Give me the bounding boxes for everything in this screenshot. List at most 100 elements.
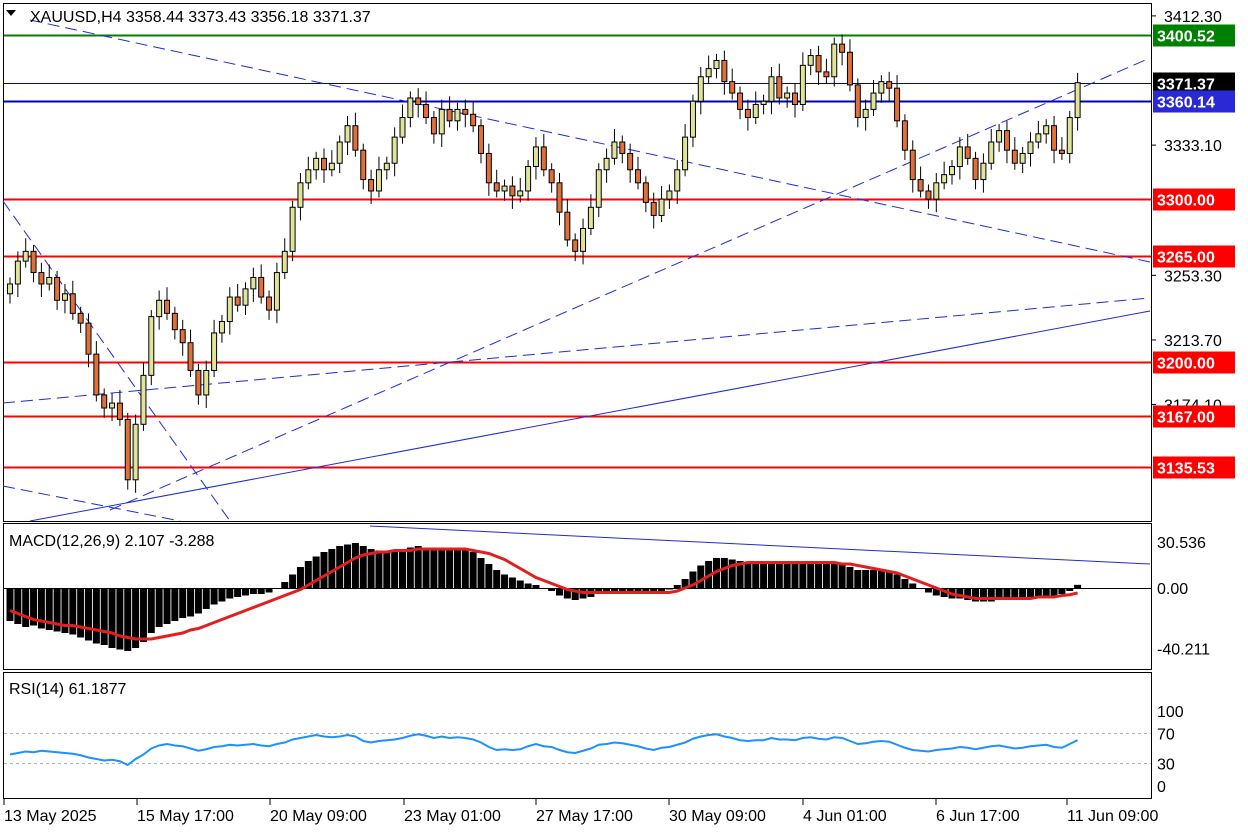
candle-body-50 [399,117,406,138]
macd-bar-2 [22,588,30,627]
candle-body-56 [446,108,453,122]
y-tick-label-0: 3412.30 [1164,9,1222,26]
macd-bar-51 [406,547,414,588]
macd-bar-99 [783,562,791,588]
candle-body-27 [218,321,225,334]
candle-body-64 [509,185,516,197]
candle-body-42 [336,141,343,164]
level-label-2: 3360.14 [1157,95,1215,112]
candle-body-19 [156,299,163,318]
symbol-header: XAUUSD,H4 3358.44 3373.43 3356.18 3371.3… [30,9,371,26]
trading-chart: 3412.303333.103253.303213.703174.10 30.5… [2,3,1235,825]
macd-bar-129 [1019,588,1027,599]
macd-bar-109 [862,570,870,588]
macd-bar-59 [469,552,477,588]
candle-body-88 [697,76,704,102]
macd-bar-22 [179,588,187,618]
x-tick-label-0: 13 May 2025 [4,808,97,825]
macd-title: MACD(12,26,9) 2.107 -3.288 [9,533,215,550]
candle-body-67 [532,146,539,167]
candle-body-39 [313,157,320,171]
candle-body-59 [470,113,477,127]
x-tick-label-7: 6 Jun 17:00 [936,808,1020,825]
candle-body-120 [949,165,955,176]
macd-bar-32 [257,588,265,594]
macd-bar-21 [171,588,179,621]
candle-body-68 [540,146,547,171]
level-label-4: 3265.00 [1157,250,1215,267]
x-tick-label-3: 23 May 01:00 [404,808,501,825]
candle-body-47 [375,169,382,192]
macd-bar-37 [296,567,304,588]
macd-bar-69 [548,588,556,591]
macd-bar-23 [187,588,195,617]
x-tick-label-4: 27 May 17:00 [536,808,633,825]
candle-body-52 [415,97,422,105]
candle-body-10 [85,322,92,355]
candle-body-114 [901,120,908,151]
level-label-6: 3167.00 [1157,410,1215,427]
macd-bar-31 [249,588,257,594]
candle-body-134 [1058,149,1065,154]
level-label-0: 3400.52 [1157,29,1215,46]
candle-body-104 [823,71,830,78]
level-label-5: 3200.00 [1157,356,1215,373]
candle-body-37 [297,182,304,208]
level-label-3: 3300.00 [1157,193,1215,210]
candle-body-86 [682,136,689,171]
candle-body-109 [862,108,869,119]
candle-body-31 [250,276,257,290]
x-tick-label-8: 11 Jun 09:00 [1067,808,1158,825]
candle-body-70 [556,182,563,213]
candle-body-11 [93,353,100,396]
macd-bar-15 [124,588,132,651]
candle-body-21 [171,312,178,331]
macd-bar-100 [791,564,799,588]
rsi-pane[interactable] [3,672,1152,799]
macd-bar-113 [893,574,901,588]
macd-bar-62 [493,570,501,588]
candle-body-126 [996,130,1003,143]
candle-body-41 [328,162,335,171]
macd-bar-56 [446,547,454,588]
candle-body-44 [352,125,359,151]
candle-body-100 [792,92,798,105]
macd-bar-101 [799,562,807,588]
candle-body-61 [485,152,492,184]
candle-body-75 [595,169,602,208]
y-tick-label-1: 3333.10 [1164,138,1222,155]
candle-body-71 [564,211,571,241]
candle-body-87 [689,100,696,138]
macd-bar-19 [155,588,163,627]
macd-bar-43 [344,544,352,588]
macd-bar-45 [359,546,367,588]
candle-body-2 [22,250,29,262]
macd-bar-9 [77,588,85,638]
candle-body-129 [1019,152,1026,164]
candle-body-127 [1003,130,1010,151]
candle-body-123 [972,157,979,181]
macd-bar-13 [108,588,116,648]
macd-bar-83 [658,588,666,591]
x-tick-label-5: 30 May 09:00 [669,808,766,825]
macd-bar-55 [438,549,446,588]
candle-body-73 [580,228,587,252]
macd-bar-85 [673,585,681,588]
macd-bar-48 [383,552,391,588]
candle-body-13 [109,402,116,409]
macd-bar-57 [453,549,461,588]
candle-body-107 [846,51,853,86]
candle-body-122 [964,146,971,159]
macd-bar-68 [540,588,548,589]
rsi-tick-2: 30 [1157,757,1175,774]
macd-bar-29 [234,588,242,597]
level-label-7: 3135.53 [1157,461,1215,478]
rsi-tick-3: 0 [1157,779,1166,796]
candle-body-35 [281,250,288,274]
candle-body-125 [988,141,995,164]
macd-bar-49 [391,550,399,588]
candle-body-49 [391,136,398,164]
macd-bar-47 [375,550,383,588]
candle-body-58 [462,108,469,115]
candle-body-112 [886,81,893,89]
